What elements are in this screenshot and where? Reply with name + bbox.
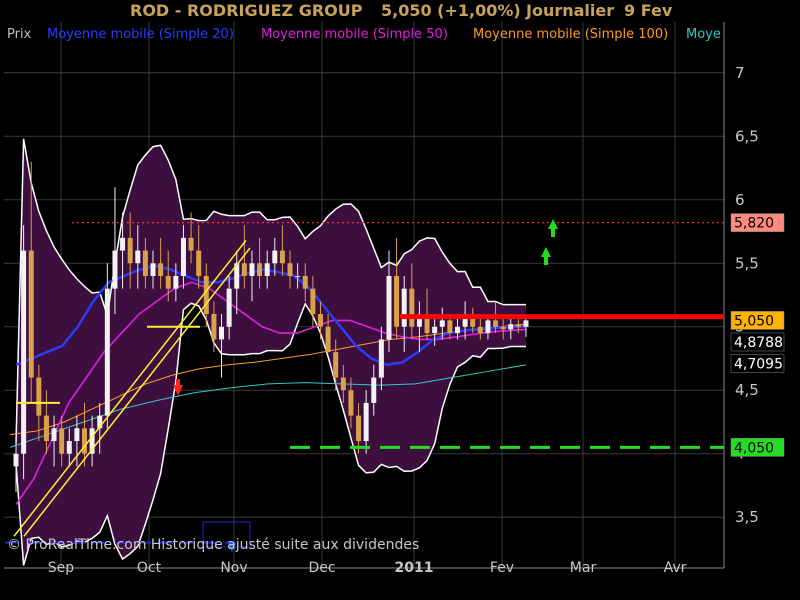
y-tick-label: 7 (735, 64, 745, 82)
candle-body (401, 288, 407, 327)
candle-body (241, 263, 247, 276)
candle-body (21, 250, 27, 454)
candle-body (82, 428, 88, 454)
candle-body (74, 428, 80, 442)
y-tick-label: 6 (735, 191, 745, 209)
legend-entry: Prix (7, 27, 32, 42)
candle-body (523, 320, 529, 327)
candle-body (36, 377, 42, 416)
candle-body (279, 250, 285, 264)
candle-body (302, 275, 308, 289)
candle-body (158, 263, 164, 276)
legend-entry: Moyenne mobile (Simple 50) (261, 27, 448, 42)
x-tick-label: Fev (490, 560, 514, 576)
candle-body (485, 320, 491, 334)
candle-body (219, 326, 225, 340)
price-tags: 5,820 5,050 4,8788 4,7095 4,050 (730, 213, 785, 457)
legend: Prix Moyenne mobile (Simple 20) Moyenne mo… (7, 27, 721, 42)
x-tick-label: Nov (220, 560, 247, 576)
legend-entry: Moye (686, 27, 721, 42)
candle-body (439, 320, 445, 327)
candle-body (28, 250, 34, 378)
bollinger-bands (15, 138, 526, 566)
legend-entry: Moyenne mobile (Simple 100) (473, 27, 668, 42)
candle-body (272, 250, 278, 264)
candle-body (447, 320, 453, 334)
candle-body (127, 237, 133, 264)
candle-body (120, 237, 126, 251)
candle-body (66, 441, 72, 454)
y-axis: 3,544,555,566,57 (735, 64, 759, 526)
y-tick-label: 3,5 (735, 508, 759, 526)
candle-body (150, 263, 156, 276)
candle-body (371, 377, 377, 403)
candle-body (59, 428, 65, 454)
watermark-text: © ProRealTime.com Historique ajusté suit… (7, 537, 419, 553)
candle-body (325, 326, 331, 353)
candle-body (432, 326, 438, 334)
candle-body (249, 263, 255, 276)
candle-body (340, 377, 346, 391)
legend-entry: Moyenne mobile (Simple 20) (47, 27, 234, 42)
x-tick-label: Sep (48, 560, 75, 576)
y-tick-label: 5,5 (735, 254, 759, 272)
x-tick-label: Oct (137, 560, 162, 576)
candle-body (356, 415, 362, 442)
candle-body (188, 237, 194, 251)
candle-body (43, 415, 49, 442)
price-chart[interactable]: 3,544,555,566,57 SepOctNovDec2011FevMarA… (0, 0, 800, 600)
x-tick-label: 2011 (395, 560, 434, 576)
candle-body (508, 324, 514, 330)
candle-body (13, 453, 19, 467)
x-tick-label: Dec (308, 560, 335, 576)
sell-arrow-stem (176, 379, 180, 386)
candle-body (333, 352, 339, 378)
buy-arrow-stem (551, 229, 555, 237)
candle-body (104, 288, 110, 416)
candle-body (477, 326, 483, 334)
candle-body (51, 428, 57, 442)
candle-body (257, 263, 263, 276)
buy-arrow-icon (541, 247, 551, 257)
candle-body (135, 250, 141, 264)
candle-body (378, 339, 384, 378)
candle-body (226, 288, 232, 327)
candle-body (180, 237, 186, 276)
y-tick-label: 6,5 (735, 127, 759, 145)
candle-body (165, 275, 171, 289)
y-tick-label: 4,5 (735, 381, 759, 399)
band-fill (16, 138, 526, 566)
candle-body (409, 288, 415, 327)
candle-body (386, 275, 392, 340)
price-tag-label: 5,820 (734, 216, 774, 232)
candle-body (310, 288, 316, 315)
candle-body (211, 314, 217, 340)
candle-body (287, 263, 293, 276)
price-tag-label: 5,050 (734, 313, 774, 329)
candle-body (363, 402, 369, 442)
price-tag-label: 4,7095 (734, 357, 783, 373)
candle-body (348, 390, 354, 416)
candle-body (515, 324, 521, 327)
candle-body (493, 320, 499, 327)
candle-body (112, 250, 118, 289)
candle-body (394, 275, 400, 327)
x-tick-label: Mar (570, 560, 597, 576)
candle-body (264, 263, 270, 276)
candle-body (295, 275, 301, 277)
buy-arrow-icon (548, 219, 558, 229)
buy-arrow-stem (544, 257, 548, 265)
price-tag-label: 4,8788 (734, 335, 783, 351)
candle-body (454, 326, 460, 334)
candle-body (196, 250, 202, 276)
x-tick-label: Avr (664, 560, 687, 576)
candle-body (500, 326, 506, 330)
candle-body (203, 275, 209, 315)
candle-body (317, 314, 323, 327)
candle-body (173, 275, 179, 289)
price-tag-label: 4,050 (734, 440, 774, 456)
candle-body (142, 250, 148, 276)
